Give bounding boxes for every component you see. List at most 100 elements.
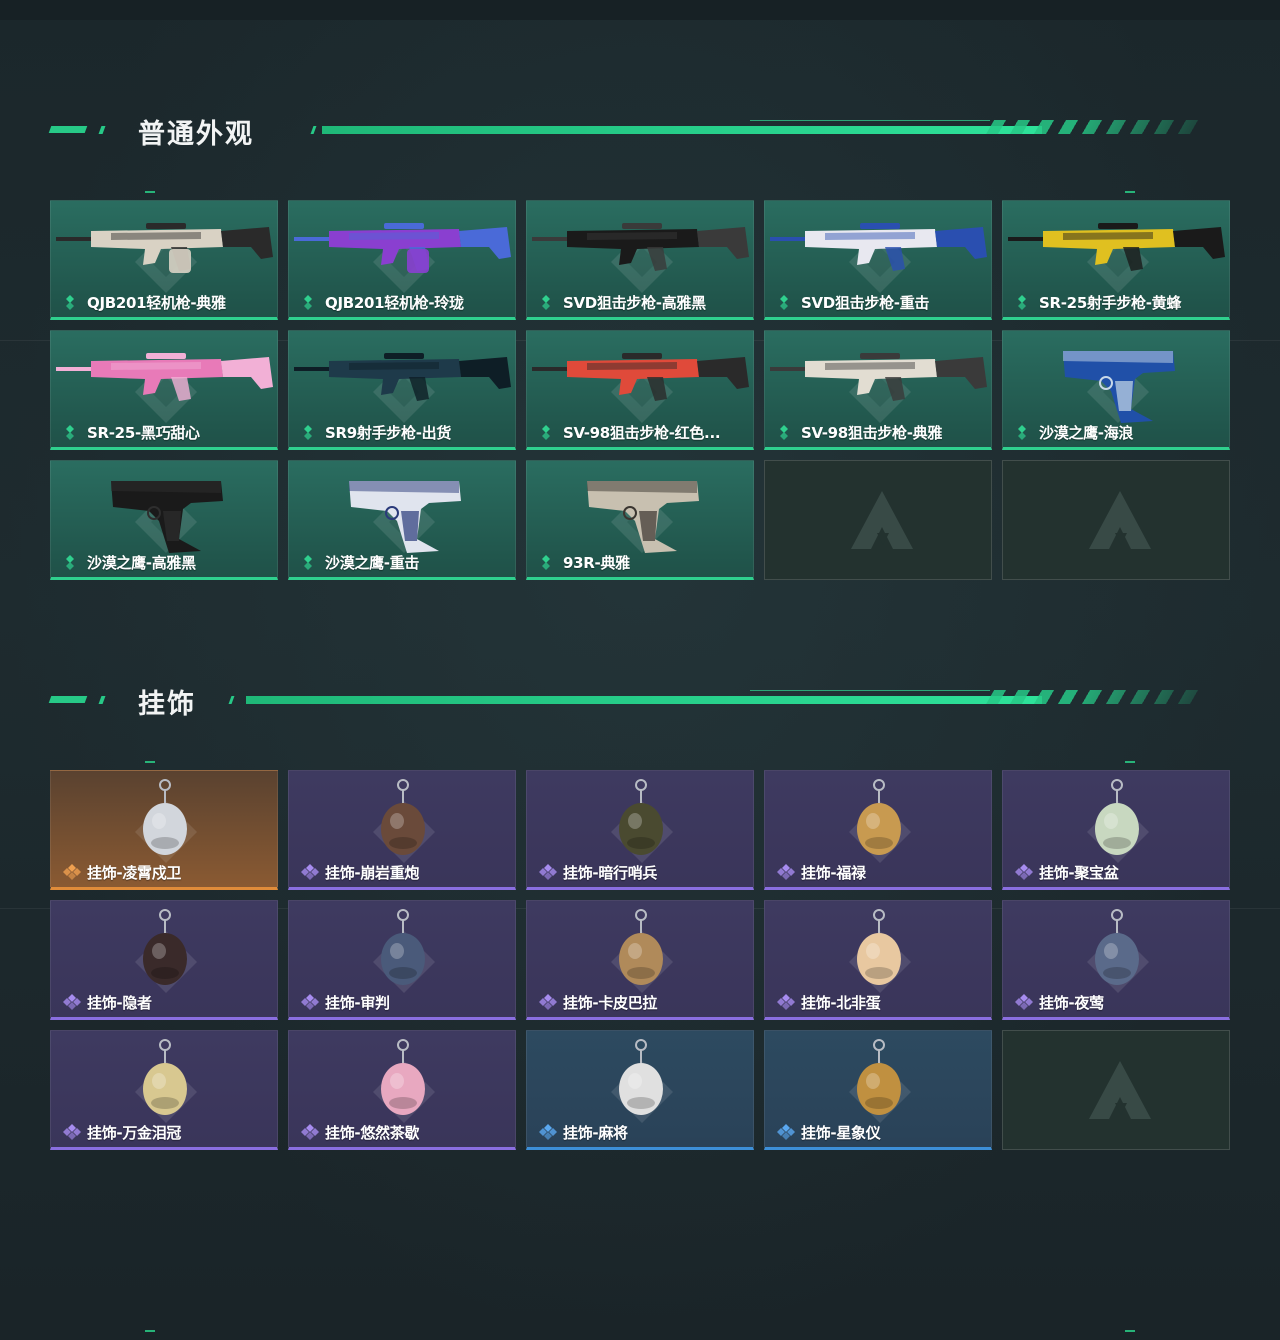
card-label-row: SR-25射手步枪-黄蜂 xyxy=(1015,291,1181,313)
header-accent xyxy=(310,126,317,134)
sniper-rifle-icon xyxy=(765,331,991,426)
charm-card[interactable]: 挂饰-凌霄戍卫 xyxy=(50,770,278,890)
marksman-rifle-icon xyxy=(51,331,277,426)
charm-card[interactable]: 挂饰-卡皮巴拉 xyxy=(526,900,754,1020)
charm-icon xyxy=(51,1031,277,1126)
card-label-row: QJB201轻机枪-玲珑 xyxy=(301,291,464,313)
decor-tick xyxy=(1125,191,1135,193)
section-title: 挂饰 xyxy=(138,689,196,720)
charm-card[interactable]: 挂饰-夜莺 xyxy=(1002,900,1230,1020)
pistol-icon xyxy=(1003,331,1229,426)
header-accent xyxy=(98,696,106,704)
charm-icon xyxy=(289,901,515,996)
decor-tick xyxy=(1125,1330,1135,1332)
card-label-row: 沙漠之鹰-海浪 xyxy=(1015,421,1133,443)
header-bar xyxy=(246,696,1042,704)
item-name: 沙漠之鹰-高雅黑 xyxy=(87,553,196,572)
rarity-diamond-icon xyxy=(539,553,557,571)
skin-card[interactable]: 93R-典雅 xyxy=(526,460,754,580)
skin-card[interactable]: SVD狙击步枪-高雅黑 xyxy=(526,200,754,320)
card-label-row: 挂饰-审判 xyxy=(301,991,390,1013)
charm-card[interactable]: 挂饰-聚宝盆 xyxy=(1002,770,1230,890)
card-label-row: 挂饰-北非蛋 xyxy=(777,991,881,1013)
rarity-diamond-icon xyxy=(539,293,557,311)
item-name: SR9射手步枪-出货 xyxy=(325,423,452,442)
charm-card[interactable]: 挂饰-北非蛋 xyxy=(764,900,992,1020)
rarity-diamond-icon xyxy=(777,863,795,881)
header-bar xyxy=(322,126,1042,134)
rarity-diamond-icon xyxy=(301,863,319,881)
item-name: QJB201轻机枪-典雅 xyxy=(87,293,226,312)
skin-card[interactable]: 沙漠之鹰-海浪 xyxy=(1002,330,1230,450)
charm-card[interactable]: 挂饰-麻将 xyxy=(526,1030,754,1150)
card-label-row: 挂饰-悠然茶歇 xyxy=(301,1121,419,1143)
skin-card[interactable]: SVD狙击步枪-重击 xyxy=(764,200,992,320)
marksman-rifle-icon xyxy=(289,331,515,426)
charm-icon xyxy=(289,1031,515,1126)
item-name: 挂饰-夜莺 xyxy=(1039,993,1104,1012)
rarity-diamond-icon xyxy=(777,993,795,1011)
charm-icon xyxy=(527,901,753,996)
rarity-diamond-icon xyxy=(301,553,319,571)
decor-tick xyxy=(145,1330,155,1332)
header-accent xyxy=(98,126,106,134)
card-label-row: SVD狙击步枪-高雅黑 xyxy=(539,291,706,313)
skin-card[interactable]: QJB201轻机枪-典雅 xyxy=(50,200,278,320)
item-name: SR-25-黑巧甜心 xyxy=(87,423,200,442)
rarity-diamond-icon xyxy=(63,1123,81,1141)
card-label-row: SVD狙击步枪-重击 xyxy=(777,291,929,313)
card-label-row: 挂饰-暗行哨兵 xyxy=(539,861,657,883)
skin-card[interactable]: 沙漠之鹰-重击 xyxy=(288,460,516,580)
skin-card[interactable]: QJB201轻机枪-玲珑 xyxy=(288,200,516,320)
light-machine-gun-icon xyxy=(289,201,515,296)
rarity-diamond-icon xyxy=(301,293,319,311)
card-label-row: 沙漠之鹰-重击 xyxy=(301,551,419,573)
charm-card[interactable]: 挂饰-星象仪 xyxy=(764,1030,992,1150)
empty-slot xyxy=(1002,1030,1230,1150)
charm-card[interactable]: 挂饰-暗行哨兵 xyxy=(526,770,754,890)
item-name: 挂饰-麻将 xyxy=(563,1123,628,1142)
header-line xyxy=(750,690,990,691)
skin-card[interactable]: 沙漠之鹰-高雅黑 xyxy=(50,460,278,580)
empty-slot xyxy=(764,460,992,580)
charm-card[interactable]: 挂饰-万金泪冠 xyxy=(50,1030,278,1150)
skin-card[interactable]: SR-25射手步枪-黄蜂 xyxy=(1002,200,1230,320)
item-name: SVD狙击步枪-重击 xyxy=(801,293,930,312)
card-label-row: 挂饰-聚宝盆 xyxy=(1015,861,1119,883)
charm-card[interactable]: 挂饰-崩岩重炮 xyxy=(288,770,516,890)
rarity-diamond-icon xyxy=(539,423,557,441)
logo-icon xyxy=(1085,1057,1155,1127)
sniper-rifle-icon xyxy=(527,201,753,296)
pistol-icon xyxy=(289,461,515,556)
card-label-row: SR9射手步枪-出货 xyxy=(301,421,451,443)
header-accent xyxy=(48,696,88,703)
charm-icon xyxy=(527,1031,753,1126)
pistol-icon xyxy=(51,461,277,556)
rarity-diamond-icon xyxy=(63,993,81,1011)
charm-card[interactable]: 挂饰-悠然茶歇 xyxy=(288,1030,516,1150)
item-name: 沙漠之鹰-重击 xyxy=(325,553,420,572)
skin-card[interactable]: SR-25-黑巧甜心 xyxy=(50,330,278,450)
skin-card[interactable]: SV-98狙击步枪-红色... xyxy=(526,330,754,450)
decor-tick xyxy=(145,191,155,193)
skin-card[interactable]: SR9射手步枪-出货 xyxy=(288,330,516,450)
item-name: 挂饰-聚宝盆 xyxy=(1039,863,1119,882)
light-machine-gun-icon xyxy=(51,201,277,296)
item-name: 挂饰-崩岩重炮 xyxy=(325,863,420,882)
charm-icon xyxy=(1003,771,1229,866)
charm-icon xyxy=(51,771,277,866)
charm-icon xyxy=(289,771,515,866)
rarity-diamond-icon xyxy=(301,423,319,441)
header-accent xyxy=(48,126,88,133)
card-label-row: 挂饰-隐者 xyxy=(63,991,152,1013)
card-label-row: 93R-典雅 xyxy=(539,551,630,573)
card-label-row: 挂饰-夜莺 xyxy=(1015,991,1104,1013)
charm-card[interactable]: 挂饰-福禄 xyxy=(764,770,992,890)
charm-card[interactable]: 挂饰-隐者 xyxy=(50,900,278,1020)
skin-card[interactable]: SV-98狙击步枪-典雅 xyxy=(764,330,992,450)
charm-card[interactable]: 挂饰-审判 xyxy=(288,900,516,1020)
decor-tick xyxy=(145,761,155,763)
card-label-row: 挂饰-崩岩重炮 xyxy=(301,861,419,883)
charm-icon xyxy=(765,1031,991,1126)
item-name: 挂饰-暗行哨兵 xyxy=(563,863,658,882)
